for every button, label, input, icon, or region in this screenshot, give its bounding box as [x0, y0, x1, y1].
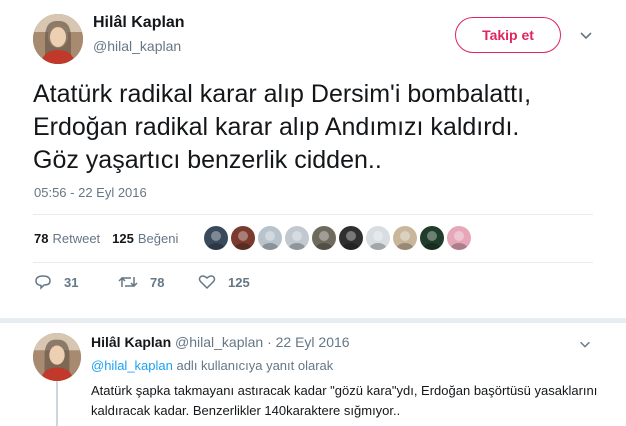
divider [33, 262, 593, 263]
liker-avatar[interactable] [447, 226, 471, 250]
reply-icon [35, 275, 51, 290]
liker-avatar[interactable] [366, 226, 390, 250]
reply-button[interactable]: 31 [34, 274, 118, 290]
tweet-actions: 31 78 125 [34, 274, 250, 290]
liker-avatar[interactable] [231, 226, 255, 250]
liker-avatar[interactable] [285, 226, 309, 250]
replying-to-link[interactable]: @hilal_kaplan [91, 358, 173, 373]
reply-count: 31 [64, 274, 79, 290]
author-handle[interactable]: @hilal_kaplan [93, 38, 181, 54]
liker-avatar[interactable] [204, 226, 228, 250]
retweet-icon [118, 276, 138, 288]
follow-button[interactable]: Takip et [455, 17, 561, 53]
retweet-stat-label: Retweet [52, 231, 101, 246]
like-stat[interactable]: 125 Beğeni [112, 231, 178, 246]
reply-text: Atatürk şapka takmayanı astıracak kadar … [91, 383, 598, 418]
main-tweet: Hilâl Kaplan @hilal_kaplan Takip et Atat… [0, 0, 626, 323]
like-stat-count: 125 [112, 231, 134, 246]
reply-date[interactable]: · 22 Eyl 2016 [267, 334, 350, 350]
replying-to: @hilal_kaplan adlı kullanıcıya yanıt ola… [91, 358, 333, 373]
reply-tweet[interactable]: Hilâl Kaplan @hilal_kaplan · 22 Eyl 2016… [0, 323, 626, 426]
reply-author-name[interactable]: Hilâl Kaplan [91, 334, 171, 350]
retweet-count: 78 [150, 274, 165, 290]
liker-avatar[interactable] [339, 226, 363, 250]
like-stat-label: Beğeni [137, 231, 179, 246]
reply-header: Hilâl Kaplan @hilal_kaplan · 22 Eyl 2016 [91, 334, 350, 350]
reply-author-handle[interactable]: @hilal_kaplan [175, 334, 263, 350]
retweet-stat[interactable]: 78 Retweet [34, 231, 100, 246]
replying-to-suffix: adlı kullanıcıya yanıt olarak [172, 358, 334, 373]
tweet-stats: 78 Retweet 125 Beğeni [34, 231, 178, 246]
reply-author-avatar[interactable] [33, 333, 81, 381]
chevron-down-icon[interactable] [578, 27, 594, 43]
tweet-text-line: Göz yaşartıcı benzerlik cidden.. [33, 146, 382, 174]
divider [33, 214, 593, 215]
liker-avatars [204, 226, 471, 250]
tweet-timestamp[interactable]: 05:56 - 22 Eyl 2016 [34, 185, 147, 200]
liker-avatar[interactable] [312, 226, 336, 250]
like-count: 125 [228, 274, 250, 290]
tweet-text-line: Erdoğan radikal karar alıp Andımızı kald… [33, 113, 520, 141]
thread-line [56, 381, 58, 426]
liker-avatar[interactable] [258, 226, 282, 250]
tweet-text: Atatürk radikal karar alıp Dersim'i bomb… [33, 78, 613, 177]
retweet-stat-count: 78 [34, 231, 49, 246]
author-name[interactable]: Hilâl Kaplan [93, 14, 185, 32]
liker-avatar[interactable] [420, 226, 444, 250]
like-icon [198, 275, 216, 290]
chevron-down-icon[interactable] [578, 337, 592, 351]
like-button[interactable]: 125 [198, 274, 250, 290]
author-avatar[interactable] [33, 14, 83, 64]
tweet-text-line: Atatürk radikal karar alıp Dersim'i bomb… [33, 80, 532, 108]
retweet-button[interactable]: 78 [118, 274, 198, 290]
liker-avatar[interactable] [393, 226, 417, 250]
